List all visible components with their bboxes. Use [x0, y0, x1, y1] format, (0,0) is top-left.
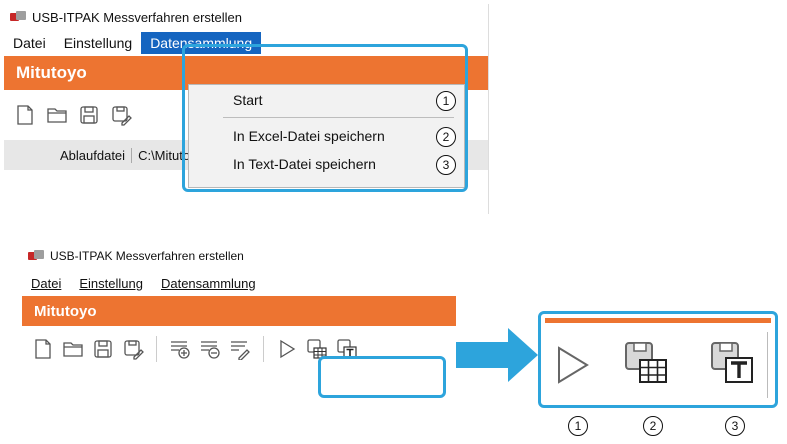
zoomed-toolbar-panel [538, 311, 778, 408]
save-icon[interactable] [78, 104, 100, 126]
open-folder-icon[interactable] [46, 104, 68, 126]
edit-step-icon[interactable] [229, 338, 251, 361]
menu-datei[interactable]: Datei [4, 32, 55, 54]
save-text-icon[interactable] [709, 340, 755, 391]
path-label: Ablaufdatei [4, 147, 133, 163]
number-badge: 3 [725, 416, 745, 436]
menu-einstellung[interactable]: Einstellung [55, 32, 142, 54]
save-icon[interactable] [92, 338, 114, 360]
window-title: USB-ITPAK Messverfahren erstellen [32, 9, 242, 25]
toolbar-callout-frame [318, 356, 446, 398]
add-step-icon[interactable] [169, 338, 191, 360]
start-icon[interactable] [276, 338, 298, 360]
title-bar: USB-ITPAK Messverfahren erstellen [22, 242, 456, 270]
arrow-shaft [456, 342, 508, 368]
new-file-icon[interactable] [14, 104, 36, 126]
start-icon[interactable] [549, 342, 595, 393]
new-file-icon[interactable] [32, 338, 54, 360]
menu-einstellung[interactable]: Einstellung [70, 273, 152, 294]
app-icon [28, 250, 44, 262]
brand-bar: Mitutoyo [22, 296, 456, 326]
open-folder-icon[interactable] [62, 338, 84, 360]
toolbar-separator [767, 332, 768, 398]
arrow-right-icon [508, 328, 538, 382]
menu-datensammlung[interactable]: Datensammlung [152, 273, 265, 294]
number-badge: 2 [643, 416, 663, 436]
brand-logo: Mitutoyo [34, 302, 97, 320]
brand-strip [545, 318, 771, 323]
toolbar-separator [263, 336, 264, 362]
title-bar: USB-ITPAK Messverfahren erstellen [4, 4, 488, 30]
save-as-icon[interactable] [110, 104, 132, 126]
save-as-icon[interactable] [122, 338, 144, 360]
brand-logo: Mitutoyo [16, 63, 87, 82]
app-icon [10, 11, 26, 23]
remove-step-icon[interactable] [199, 338, 221, 360]
menu-datei[interactable]: Datei [22, 273, 70, 294]
dropdown-callout-frame [182, 44, 468, 192]
number-badge: 1 [568, 416, 588, 436]
window-title: USB-ITPAK Messverfahren erstellen [50, 249, 244, 263]
save-excel-icon[interactable] [623, 340, 669, 391]
toolbar-separator [156, 336, 157, 362]
menu-bar: Datei Einstellung Datensammlung [22, 270, 456, 296]
